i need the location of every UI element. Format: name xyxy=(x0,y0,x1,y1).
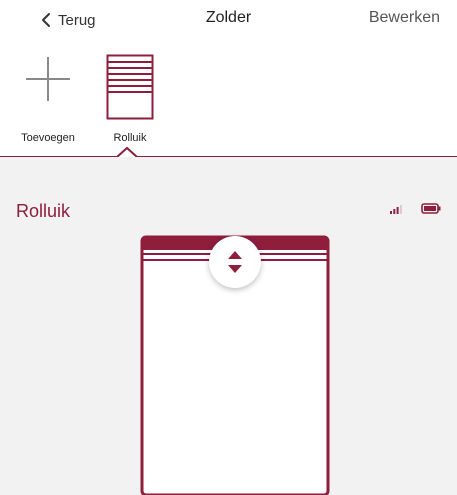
edit-button[interactable]: Bewerken xyxy=(369,9,440,27)
rolluik-device-label: Rolluik xyxy=(113,132,147,144)
signal-strength-icon xyxy=(390,205,402,214)
plus-icon xyxy=(26,57,70,101)
add-device-tile[interactable]: Toevoegen xyxy=(8,50,88,150)
add-device-label: Toevoegen xyxy=(21,132,75,144)
up-down-arrows-icon xyxy=(228,251,242,273)
shutter-position-handle[interactable] xyxy=(209,236,261,288)
device-strip: Toevoegen Rolluik xyxy=(0,40,457,155)
rolluik-device-tile[interactable]: Rolluik xyxy=(90,50,170,150)
device-detail-panel: Rolluik xyxy=(0,157,457,495)
device-title: Rolluik xyxy=(16,201,71,221)
rolluik-icon xyxy=(106,54,154,120)
battery-icon xyxy=(421,203,441,214)
nav-bar: Terug Zolder Bewerken xyxy=(0,0,457,40)
